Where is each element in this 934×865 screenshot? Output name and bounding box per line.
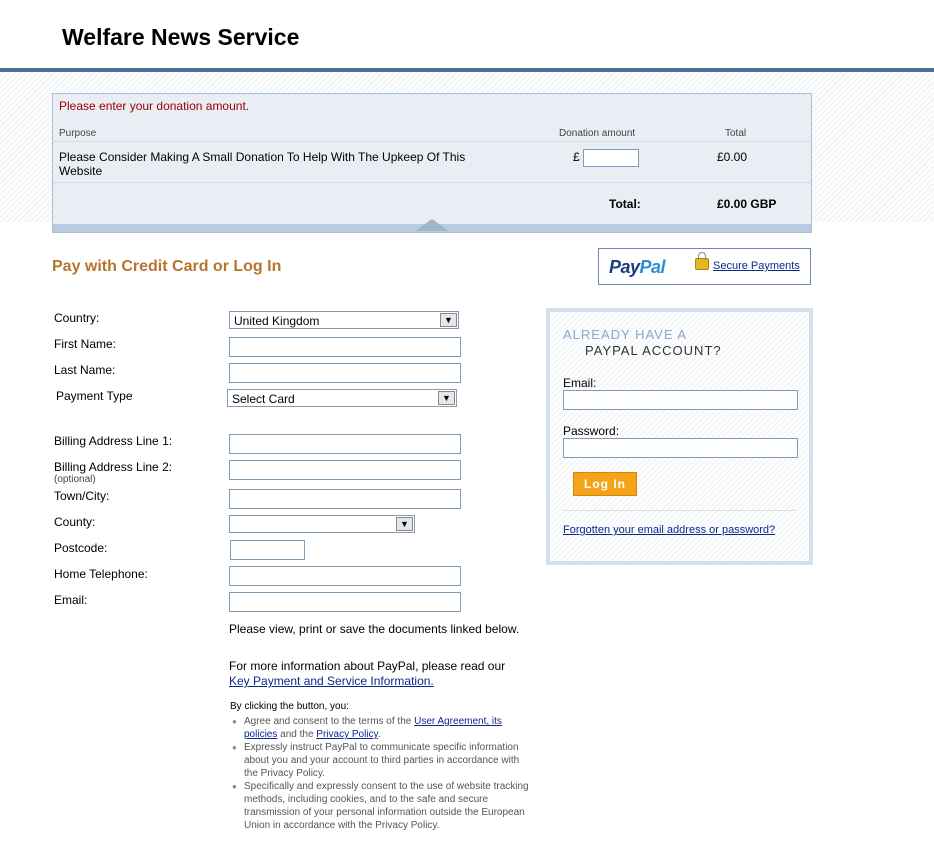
billing-line1-field[interactable] [229, 434, 461, 454]
section-title: Pay with Credit Card or Log In [52, 258, 282, 275]
more-info-text: For more information about PayPal, pleas… [229, 659, 506, 673]
payment-type-value: Select Card [232, 392, 295, 406]
login-heading-line2: PAYPAL ACCOUNT? [585, 343, 722, 358]
login-button[interactable]: Log In [573, 472, 637, 496]
currency-symbol: £ [573, 150, 580, 164]
col-amount-header: Donation amount [559, 128, 636, 139]
country-value: United Kingdom [234, 314, 320, 328]
country-select[interactable]: United Kingdom ▼ [229, 311, 459, 329]
cart-divider [53, 182, 811, 183]
chevron-down-icon: ▼ [438, 391, 455, 405]
terms-item: Specifically and expressly consent to th… [230, 780, 530, 832]
terms-list: Agree and consent to the terms of the Us… [230, 715, 530, 832]
term1-mid: and the [280, 729, 314, 740]
county-select[interactable]: ▼ [229, 515, 415, 533]
postcode-field[interactable] [230, 540, 305, 560]
first-name-field[interactable] [229, 337, 461, 357]
col-purpose-header: Purpose [59, 128, 97, 139]
total-value: £0.00 GBP [717, 197, 777, 211]
item-total: £0.00 [717, 150, 748, 164]
login-password-field[interactable] [563, 438, 798, 458]
billing-line2-label: Billing Address Line 2: [54, 460, 173, 474]
login-email-label: Email: [563, 376, 597, 390]
town-field[interactable] [229, 489, 461, 509]
total-label: Total: [609, 197, 641, 211]
collapse-notch-icon[interactable] [415, 219, 449, 231]
error-message: Please enter your donation amount. [59, 99, 250, 113]
key-payment-link[interactable]: Key Payment and Service Information. [229, 674, 434, 688]
email-label: Email: [54, 593, 88, 607]
donation-cart: Please enter your donation amount. Purpo… [52, 93, 812, 233]
terms-item: Expressly instruct PayPal to communicate… [230, 741, 530, 780]
term1-prefix: Agree and consent to the terms of the [244, 716, 412, 727]
paypal-logo: PayPal [609, 257, 666, 278]
postcode-label: Postcode: [54, 541, 108, 555]
forgot-credentials-link[interactable]: Forgotten your email address or password… [563, 524, 775, 536]
billing-line2-optional: (optional) [54, 474, 96, 485]
site-title: Welfare News Service [62, 24, 300, 50]
login-password-label: Password: [563, 424, 620, 438]
cart-divider [53, 141, 811, 142]
terms-intro: By clicking the button, you: [230, 701, 349, 712]
payment-type-label: Payment Type [56, 389, 133, 403]
secure-payments-link[interactable]: Secure Payments [713, 260, 800, 272]
privacy-policy-link[interactable]: Privacy Policy [316, 729, 378, 740]
paypal-badge: PayPal Secure Payments [598, 248, 811, 285]
country-label: Country: [54, 311, 100, 325]
town-label: Town/City: [54, 489, 110, 503]
phone-field[interactable] [229, 566, 461, 586]
more-info-block: For more information about PayPal, pleas… [229, 659, 534, 689]
item-description: Please Consider Making A Small Donation … [59, 150, 466, 178]
login-heading-line1: ALREADY HAVE A [563, 327, 688, 342]
payment-type-select[interactable]: Select Card ▼ [227, 389, 457, 407]
chevron-down-icon: ▼ [440, 313, 457, 327]
login-email-field[interactable] [563, 390, 798, 410]
county-label: County: [54, 515, 96, 529]
paypal-logo-pal: Pal [639, 257, 666, 277]
phone-label: Home Telephone: [54, 567, 148, 581]
email-field[interactable] [229, 592, 461, 612]
last-name-label: Last Name: [54, 363, 116, 377]
donation-amount-input[interactable] [583, 149, 639, 167]
paypal-logo-pay: Pay [609, 257, 640, 277]
billing-line2-field[interactable] [229, 460, 461, 480]
terms-item: Agree and consent to the terms of the Us… [230, 715, 530, 741]
login-divider [563, 510, 796, 511]
paypal-login-panel: ALREADY HAVE A PAYPAL ACCOUNT? Email: Pa… [546, 308, 813, 565]
term1-suffix: . [377, 729, 381, 740]
documents-text: Please view, print or save the documents… [229, 622, 520, 636]
col-total-header: Total [725, 128, 747, 139]
billing-line1-label: Billing Address Line 1: [54, 434, 173, 448]
first-name-label: First Name: [54, 337, 117, 351]
chevron-down-icon: ▼ [396, 517, 413, 531]
last-name-field[interactable] [229, 363, 461, 383]
lock-icon [695, 252, 709, 270]
